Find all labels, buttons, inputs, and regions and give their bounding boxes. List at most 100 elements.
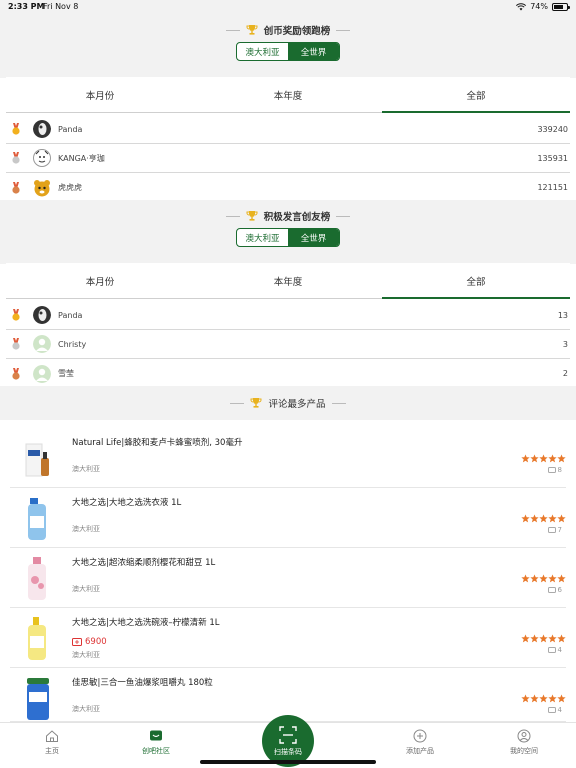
comment-count-value: 7 [557, 526, 562, 534]
tab-this-year[interactable]: 本年度 [194, 263, 382, 298]
star-icon [521, 514, 530, 523]
gold-medal-icon [12, 309, 20, 321]
coin-board-header: 创币奖励领跑榜 澳大利亚 全世界 [0, 14, 576, 78]
plus-circle-icon [413, 729, 427, 743]
post-board-header: 积极发言创友榜 澳大利亚 全世界 [0, 200, 576, 264]
coin-rank-row[interactable]: KANGA·亨珈 135931 [6, 144, 570, 173]
tab-this-month[interactable]: 本月份 [6, 77, 194, 112]
post-rank-row[interactable]: Panda 13 [6, 301, 570, 330]
avatar [33, 179, 51, 197]
avatar [33, 149, 51, 167]
chat-icon [150, 730, 162, 741]
region-option-australia[interactable]: 澳大利亚 [237, 43, 288, 60]
product-origin: 澳大利亚 [72, 705, 100, 713]
status-time: 2:33 PM [8, 2, 45, 11]
product-item[interactable]: 大地之选|大地之选洗衣液 1L 澳大利亚 7 [10, 488, 566, 548]
tab-all[interactable]: 全部 [382, 77, 570, 113]
star-icon [557, 574, 566, 583]
star-icon [521, 574, 530, 583]
tab-all[interactable]: 全部 [382, 263, 570, 299]
coin-rank-row[interactable]: Panda 339240 [6, 115, 570, 144]
star-icon [530, 634, 539, 643]
star-icon [539, 514, 548, 523]
product-item[interactable]: 大地之选|超浓缩柔顺剂樱花和甜豆 1L 澳大利亚 6 [10, 548, 566, 608]
rank-score: 2 [562, 369, 568, 378]
star-icon [539, 454, 548, 463]
coin-rank-row[interactable]: 虎虎虎 121151 [6, 173, 570, 202]
default-avatar-icon [33, 335, 51, 353]
rating-stars [521, 574, 566, 583]
user-icon [517, 729, 531, 743]
post-board-tabs: 本月份 本年度 全部 [6, 263, 570, 299]
rank-score: 339240 [537, 124, 568, 134]
region-option-australia[interactable]: 澳大利亚 [237, 229, 288, 246]
gold-medal-icon [12, 123, 20, 135]
scan-label: 扫描条码 [274, 748, 302, 756]
product-image [27, 678, 49, 720]
coin-board-title-row: 创币奖励领跑榜 [0, 23, 576, 37]
product-name: 大地之选|超浓缩柔顺剂樱花和甜豆 1L [72, 558, 216, 568]
star-icon [548, 514, 557, 523]
rank-name: KANGA·亨珈 [58, 153, 105, 163]
default-avatar-icon [33, 364, 51, 383]
tab-this-month[interactable]: 本月份 [6, 263, 194, 298]
nav-community-label: 创吧社区 [142, 747, 170, 755]
nav-my-space-label: 我的空间 [510, 747, 538, 755]
battery-percent: 74% [530, 2, 548, 11]
rank-score: 135931 [537, 153, 568, 163]
status-right: 74% [516, 2, 570, 11]
product-item[interactable]: 大地之选|大地之选洗碗液–柠檬清新 1L 6900 澳大利亚 4 [10, 608, 566, 668]
nav-home[interactable]: 主页 [12, 729, 92, 756]
avatar [33, 306, 51, 324]
product-item[interactable]: 佳思敏|三合一鱼油爆浆咀嚼丸 180粒 澳大利亚 4 [10, 668, 566, 722]
star-icon [557, 694, 566, 703]
divider [225, 215, 240, 217]
rating-stars [521, 454, 566, 463]
nav-community[interactable]: 创吧社区 [116, 729, 196, 756]
comment-count-value: 6 [557, 586, 562, 594]
post-rank-row[interactable]: 雪莹 2 [6, 359, 570, 388]
products-title-row: 评论最多产品 [0, 396, 576, 410]
rating-stars [521, 694, 566, 703]
post-board-region-switch[interactable]: 澳大利亚 全世界 [236, 228, 340, 247]
product-price: 6900 [72, 637, 107, 647]
post-board-title: 积极发言创友榜 [263, 212, 331, 223]
comment-count: 7 [547, 526, 562, 534]
region-option-world[interactable]: 全世界 [288, 229, 339, 246]
status-date: Fri Nov 8 [43, 2, 79, 11]
nav-my-space[interactable]: 我的空间 [484, 729, 564, 756]
star-icon [530, 514, 539, 523]
rating-stars [521, 634, 566, 643]
home-indicator [200, 760, 376, 764]
rank-name: Christy [58, 339, 87, 349]
tab-this-year[interactable]: 本年度 [194, 77, 382, 112]
comment-count-value: 8 [557, 466, 562, 474]
star-icon [557, 634, 566, 643]
divider [336, 215, 351, 217]
comment-count: 4 [547, 646, 562, 654]
divider [331, 402, 346, 404]
nav-add-product[interactable]: 添加产品 [380, 729, 460, 756]
star-icon [530, 454, 539, 463]
battery-icon [552, 2, 570, 11]
region-option-world[interactable]: 全世界 [288, 43, 339, 60]
rank-score: 121151 [537, 183, 568, 192]
product-price-value: 6900 [85, 637, 107, 647]
star-icon [539, 694, 548, 703]
product-item[interactable]: Natural Life|蜂胶和麦卢卡蜂蜜喷剂, 30毫升 澳大利亚 8 [10, 428, 566, 488]
product-image [25, 443, 49, 477]
product-origin: 澳大利亚 [72, 525, 100, 533]
star-icon [530, 694, 539, 703]
avatar [33, 120, 51, 138]
rank-name: 雪莹 [58, 369, 74, 378]
comment-count-value: 4 [557, 646, 562, 654]
silver-medal-icon [12, 152, 20, 164]
post-rank-row[interactable]: Christy 3 [6, 330, 570, 359]
nav-home-label: 主页 [45, 747, 59, 755]
coin-board-tabs: 本月份 本年度 全部 [6, 77, 570, 113]
rank-score: 3 [562, 339, 568, 349]
comment-count: 6 [547, 586, 562, 594]
coin-board-region-switch[interactable]: 澳大利亚 全世界 [236, 42, 340, 61]
product-origin: 澳大利亚 [72, 585, 100, 593]
trophy-icon [250, 398, 262, 408]
